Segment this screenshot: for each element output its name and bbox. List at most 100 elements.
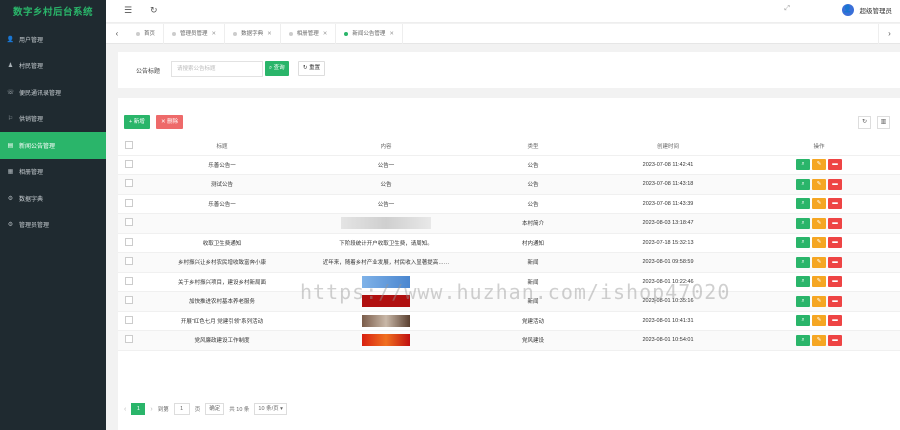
row-checkbox[interactable] xyxy=(125,257,133,266)
cell-title: 测试公告 xyxy=(140,174,304,195)
table-row: 收取卫生费通知 下阶段统计开户收取卫生费，请周知。 村内通知 2023-07-18 1… xyxy=(118,233,900,253)
row-checkbox[interactable] xyxy=(125,276,133,285)
next-page-icon[interactable]: › xyxy=(150,406,152,413)
edit-button[interactable]: ✎ xyxy=(812,295,826,307)
table-refresh-icon[interactable]: ↻ xyxy=(858,116,871,129)
close-icon[interactable]: ✕ xyxy=(212,24,217,44)
row-checkbox[interactable] xyxy=(125,296,133,305)
row-checkbox[interactable] xyxy=(125,237,133,246)
search-icon: ⌕ xyxy=(269,65,273,71)
sidebar-item-5[interactable]: ▦ 相册管理 xyxy=(0,159,106,186)
view-button[interactable]: ⌕ xyxy=(796,276,810,288)
row-checkbox[interactable] xyxy=(125,159,133,168)
select-all-checkbox[interactable] xyxy=(118,138,140,156)
row-checkbox[interactable] xyxy=(125,315,133,324)
search-button[interactable]: ⌕ 查询 xyxy=(265,61,289,76)
delete-button[interactable]: ▬ xyxy=(828,295,842,307)
edit-button[interactable]: ✎ xyxy=(812,276,826,288)
delete-button[interactable]: ▬ xyxy=(828,315,842,327)
current-page[interactable]: 1 xyxy=(131,403,146,415)
column-created: 创建时间 xyxy=(598,138,738,156)
edit-button[interactable]: ✎ xyxy=(812,256,826,268)
delete-button[interactable]: ▬ xyxy=(828,276,842,288)
view-button[interactable]: ⌕ xyxy=(796,315,810,327)
trash-icon: ▬ xyxy=(832,200,838,207)
search-icon: ⌕ xyxy=(801,278,805,285)
view-button[interactable]: ⌕ xyxy=(796,256,810,268)
edit-button[interactable]: ✎ xyxy=(812,198,826,210)
close-icon[interactable]: ✕ xyxy=(389,24,394,44)
row-checkbox[interactable] xyxy=(125,218,133,227)
tab-scroll-left-icon[interactable]: ‹ xyxy=(106,24,128,44)
edit-button[interactable]: ✎ xyxy=(812,334,826,346)
close-icon[interactable]: ✕ xyxy=(267,24,272,44)
edit-button[interactable]: ✎ xyxy=(812,178,826,190)
goto-confirm-button[interactable]: 确定 xyxy=(205,403,225,415)
tab-label: 相册管理 xyxy=(296,30,319,37)
pencil-icon: ✎ xyxy=(816,200,822,207)
goto-page-input[interactable]: 1 xyxy=(173,403,190,415)
pencil-icon: ✎ xyxy=(816,219,822,226)
view-button[interactable]: ⌕ xyxy=(796,295,810,307)
refresh-icon[interactable]: ↻ xyxy=(150,5,158,16)
sidebar-item-7[interactable]: ⚙ 管理员管理 xyxy=(0,212,106,239)
view-button[interactable]: ⌕ xyxy=(796,159,810,171)
prev-page-icon[interactable]: ‹ xyxy=(124,406,126,413)
delete-button[interactable]: ▬ xyxy=(828,217,842,229)
edit-button[interactable]: ✎ xyxy=(812,315,826,327)
search-input[interactable]: 请搜索公告标题 xyxy=(171,61,263,77)
view-button[interactable]: ⌕ xyxy=(796,198,810,210)
sidebar-item-6[interactable]: ⚙ 数据字典 xyxy=(0,185,106,212)
tab-scroll-right-icon[interactable]: › xyxy=(878,24,900,44)
search-icon: ⌕ xyxy=(801,239,805,246)
tab-1[interactable]: 管理员管理 ✕ xyxy=(164,23,226,44)
edit-button[interactable]: ✎ xyxy=(812,217,826,229)
delete-button[interactable]: ▬ xyxy=(828,256,842,268)
cell-title: 党风廉政建设工作制度 xyxy=(140,330,304,351)
reset-icon: ↻ xyxy=(303,65,308,71)
user-menu[interactable]: 👤 超级管理员 xyxy=(841,4,892,16)
sidebar-item-1[interactable]: ♟ 村民管理 xyxy=(0,53,106,80)
reset-button[interactable]: ↻ 重置 xyxy=(298,61,326,76)
edit-button[interactable]: ✎ xyxy=(812,159,826,171)
cell-type: 公告 xyxy=(468,174,598,195)
sidebar-item-3[interactable]: ⚐ 供销管理 xyxy=(0,106,106,133)
batch-delete-button[interactable]: ✕ 删除 xyxy=(156,115,184,129)
tab-4[interactable]: 新闻公告管理 ✕ xyxy=(336,23,404,44)
view-button[interactable]: ⌕ xyxy=(796,178,810,190)
close-icon[interactable]: ✕ xyxy=(323,24,328,44)
delete-button[interactable]: ▬ xyxy=(828,178,842,190)
tab-2[interactable]: 数据字典 ✕ xyxy=(225,23,281,44)
row-checkbox[interactable] xyxy=(125,335,133,344)
sidebar: 数字乡村后台系统 👤 用户管理 ♟ 村民管理 ☏ 便民通讯录管理 ⚐ 供销管理 ▤ 新闻公告管理 ▦… xyxy=(0,0,106,430)
sidebar-item-label: 相册管理 xyxy=(19,170,44,177)
row-checkbox[interactable] xyxy=(125,198,133,207)
delete-button[interactable]: ▬ xyxy=(828,159,842,171)
column-filter-icon[interactable]: ▥ xyxy=(877,116,890,129)
view-button[interactable]: ⌕ xyxy=(796,334,810,346)
view-button[interactable]: ⌕ xyxy=(796,237,810,249)
menu-toggle-icon[interactable]: ☰ xyxy=(124,5,132,16)
table-row: 开展“红色七月 党建引领”系列活动 党建活动 2023-08-01 10:41:31… xyxy=(118,311,900,331)
row-checkbox[interactable] xyxy=(125,179,133,188)
sidebar-item-2[interactable]: ☏ 便民通讯录管理 xyxy=(0,79,106,106)
edit-button[interactable]: ✎ xyxy=(812,237,826,249)
tab-3[interactable]: 相册管理 ✕ xyxy=(281,23,337,44)
add-button[interactable]: + 新增 xyxy=(124,115,150,129)
delete-button[interactable]: ▬ xyxy=(828,198,842,210)
view-button[interactable]: ⌕ xyxy=(796,217,810,229)
trash-icon: ▬ xyxy=(832,336,838,343)
cell-type: 党风建设 xyxy=(468,330,598,351)
sidebar-item-0[interactable]: 👤 用户管理 xyxy=(0,26,106,53)
pagination: ‹ 1 › 到第 1 页 确定 共 10 条 10 条/页 ▾ xyxy=(118,402,287,416)
table-row: 乐善公告一 公告一 公告 2023-07-08 11:43:39 ⌕ ✎ ▬ xyxy=(118,194,900,214)
tab-0[interactable]: 首页 xyxy=(128,23,165,44)
sidebar-item-4[interactable]: ▤ 新闻公告管理 xyxy=(0,132,106,159)
page-size-select[interactable]: 10 条/页 ▾ xyxy=(254,403,287,415)
total-count: 共 10 条 xyxy=(229,407,250,413)
delete-button[interactable]: ▬ xyxy=(828,334,842,346)
table-row: 乡村振兴让乡村农民增收致富奔小康 近年来，随着乡村产业发展，村民收入显著提高…… 新… xyxy=(118,252,900,273)
fullscreen-icon[interactable]: ⤢ xyxy=(784,5,790,13)
delete-button[interactable]: ▬ xyxy=(828,237,842,249)
trash-icon: ▬ xyxy=(832,180,838,187)
